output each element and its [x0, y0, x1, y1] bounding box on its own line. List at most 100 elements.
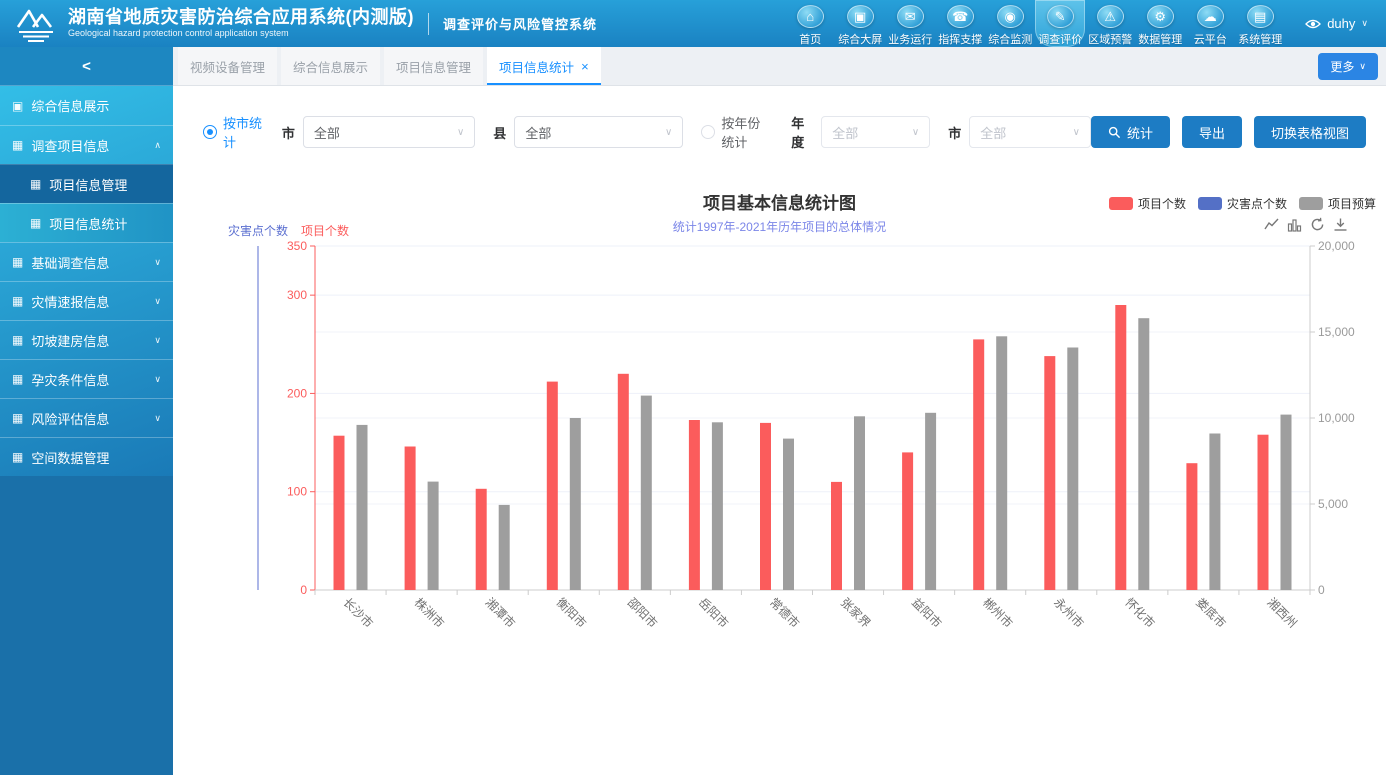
bar-project-count[interactable]: [1044, 356, 1055, 590]
export-button[interactable]: 导出: [1182, 116, 1242, 148]
table-icon: ▦: [12, 255, 23, 269]
bar-project-count[interactable]: [1258, 435, 1269, 590]
y-axis-label-right: 15,000: [1318, 325, 1355, 339]
nav-item-label: 系统管理: [1238, 31, 1282, 47]
sidebar-item-disaster-report-info[interactable]: ▦灾情速报信息∨: [0, 281, 173, 320]
username: duhy: [1327, 16, 1355, 31]
business-icon: ✉: [897, 5, 924, 28]
header-divider: [428, 13, 429, 35]
sidebar-item-info-display[interactable]: ▣综合信息展示: [0, 86, 173, 125]
sidebar-item-label: 项目信息管理: [49, 175, 127, 194]
city2-select[interactable]: 全部 ∨: [969, 116, 1091, 148]
radio-by-city[interactable]: 按市统计: [203, 113, 264, 151]
bar-project-count[interactable]: [902, 452, 913, 590]
nav-item-survey-evaluation[interactable]: ✎调查评价: [1035, 0, 1085, 47]
bar-project-count[interactable]: [973, 339, 984, 590]
close-icon[interactable]: ×: [581, 60, 589, 73]
bar-project-count[interactable]: [689, 420, 700, 590]
nav-item-label: 综合大屏: [838, 31, 882, 47]
table-icon: ▦: [12, 333, 23, 347]
app-title: 湖南省地质灾害防治综合应用系统(内测版): [68, 8, 414, 28]
sidebar-item-project-info-manage[interactable]: ▦项目信息管理: [0, 164, 173, 203]
bar-project-count[interactable]: [476, 489, 487, 590]
tab-project-info-stats[interactable]: 项目信息统计×: [487, 47, 601, 85]
nav-item-business-run[interactable]: ✉业务运行: [885, 0, 935, 47]
bar-project-count[interactable]: [405, 447, 416, 591]
secondary-left-axis-name: 灾害点个数: [228, 223, 288, 238]
sidebar-item-survey-project-info[interactable]: ▦调查项目信息∧: [0, 125, 173, 164]
x-axis-label: 衡阳市: [554, 595, 590, 631]
tab-project-info-manage[interactable]: 项目信息管理: [384, 47, 483, 85]
chevron-down-icon: ∨: [1361, 18, 1368, 29]
bar-project-budget[interactable]: [1138, 318, 1149, 590]
bar-project-count[interactable]: [1186, 463, 1197, 590]
bar-project-count[interactable]: [760, 423, 771, 590]
stat-button-label: 统计: [1127, 123, 1153, 142]
bar-project-count[interactable]: [618, 374, 629, 590]
toggle-table-view-button[interactable]: 切换表格视图: [1254, 116, 1366, 148]
app-header: 湖南省地质灾害防治综合应用系统(内测版) Geological hazard p…: [0, 0, 1386, 47]
bar-project-count[interactable]: [334, 436, 345, 590]
nav-item-home[interactable]: ⌂首页: [785, 0, 835, 47]
county-label: 县: [493, 123, 506, 142]
nav-item-command-support[interactable]: ☎指挥支撑: [935, 0, 985, 47]
bar-project-budget[interactable]: [1209, 434, 1220, 591]
sidebar-item-hazard-condition-info[interactable]: ▦孕灾条件信息∨: [0, 359, 173, 398]
sidebar-item-risk-assessment-info[interactable]: ▦风险评估信息∨: [0, 398, 173, 437]
bar-project-count[interactable]: [831, 482, 842, 590]
user-menu[interactable]: duhy ∨: [1305, 16, 1368, 31]
bar-project-budget[interactable]: [712, 422, 723, 590]
y-axis-label-right: 5,000: [1318, 497, 1348, 511]
county-select[interactable]: 全部 ∨: [514, 116, 683, 148]
sidebar-item-project-info-stats[interactable]: ▦项目信息统计: [0, 203, 173, 242]
bar-project-budget[interactable]: [925, 413, 936, 590]
nav-item-cloud-platform[interactable]: ☁云平台: [1185, 0, 1235, 47]
sidebar-collapse-button[interactable]: <: [0, 47, 173, 86]
nav-item-label: 指挥支撑: [938, 31, 982, 47]
nav-item-region-warning[interactable]: ⚠区域预警: [1085, 0, 1135, 47]
city-select[interactable]: 全部 ∨: [303, 116, 475, 148]
data-icon: ⚙: [1147, 5, 1174, 28]
table-icon: ▦: [12, 450, 23, 464]
bar-project-budget[interactable]: [428, 482, 439, 590]
export-button-label: 导出: [1199, 123, 1225, 142]
eye-icon: [1305, 18, 1321, 30]
sidebar-item-spatial-data-manage[interactable]: ▦空间数据管理: [0, 437, 173, 476]
nav-item-label: 区域预警: [1088, 31, 1132, 47]
sidebar-item-label: 切坡建房信息: [31, 331, 109, 350]
tab-info-display[interactable]: 综合信息展示: [281, 47, 380, 85]
chevron-down-icon: ∨: [154, 335, 161, 346]
bar-project-budget[interactable]: [570, 418, 581, 590]
bar-project-budget[interactable]: [499, 505, 510, 590]
year-select[interactable]: 全部 ∨: [821, 116, 930, 148]
y-axis-label-left: 0: [300, 583, 307, 597]
sidebar-item-basic-survey-info[interactable]: ▦基础调查信息∨: [0, 242, 173, 281]
y-axis-label-left: 200: [287, 386, 307, 400]
nav-item-monitoring[interactable]: ◉综合监测: [985, 0, 1035, 47]
more-button[interactable]: 更多 ∨: [1318, 53, 1378, 80]
year-label: 年度: [791, 113, 813, 151]
x-axis-label: 永州市: [1051, 595, 1087, 631]
nav-item-label: 首页: [799, 31, 821, 47]
sidebar-menu: ▣综合信息展示▦调查项目信息∧▦项目信息管理▦项目信息统计▦基础调查信息∨▦灾情…: [0, 86, 173, 476]
radio-by-year[interactable]: 按年份统计: [701, 113, 773, 151]
nav-item-big-screen[interactable]: ▣综合大屏: [835, 0, 885, 47]
bar-project-count[interactable]: [1115, 305, 1126, 590]
x-axis-label: 湘潭市: [483, 595, 519, 631]
stat-button[interactable]: 统计: [1091, 116, 1170, 148]
nav-item-data-management[interactable]: ⚙数据管理: [1135, 0, 1185, 47]
radio-by-city-label: 按市统计: [223, 113, 264, 151]
nav-item-system-management[interactable]: ▤系统管理: [1235, 0, 1285, 47]
bar-project-budget[interactable]: [996, 336, 1007, 590]
bar-project-count[interactable]: [547, 382, 558, 590]
bar-project-budget[interactable]: [1067, 348, 1078, 591]
bar-project-budget[interactable]: [641, 396, 652, 590]
y-axis-label-right: 20,000: [1318, 239, 1355, 253]
chevron-down-icon: ∨: [457, 127, 464, 138]
tab-video-device-manage[interactable]: 视频设备管理: [178, 47, 277, 85]
sidebar-item-slope-housing-info[interactable]: ▦ 切坡建房信息 ∨: [0, 320, 173, 359]
bar-project-budget[interactable]: [854, 416, 865, 590]
bar-project-budget[interactable]: [783, 439, 794, 590]
bar-project-budget[interactable]: [357, 425, 368, 590]
bar-project-budget[interactable]: [1281, 415, 1292, 590]
